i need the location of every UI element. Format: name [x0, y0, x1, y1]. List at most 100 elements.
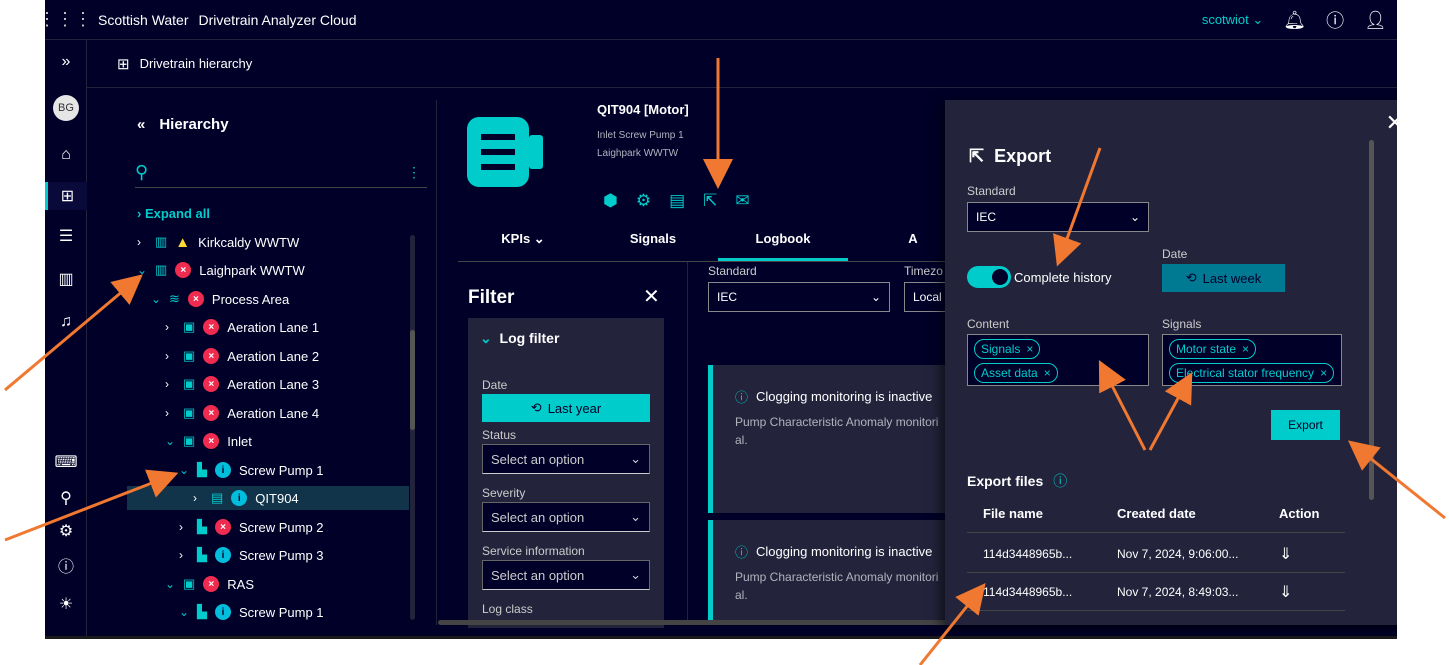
export-icon[interactable]: ⇱	[703, 191, 717, 211]
log-filter-toggle[interactable]: ⌄ Log filter	[480, 330, 559, 347]
info-icon: ⓘ	[735, 390, 749, 405]
info-icon[interactable]: ⓘ	[1053, 471, 1067, 491]
error-icon: ×	[203, 319, 220, 335]
dialog-scrollbar[interactable]	[1369, 140, 1374, 500]
log-card[interactable]: ⓘ Clogging monitoring is inactive Pump Ch…	[708, 520, 958, 620]
tree-node[interactable]: ⌄ ▣ × Inlet	[165, 429, 252, 453]
tree-node-selected[interactable]: › ▤ i QIT904	[127, 486, 409, 510]
tree-node[interactable]: › ▣ × Aeration Lane 3	[165, 372, 319, 396]
pump-icon: ▙	[197, 547, 207, 562]
tree-node[interactable]: › ▣ × Aeration Lane 2	[165, 344, 319, 368]
list-icon[interactable]: ☰	[45, 222, 87, 250]
tree-node[interactable]: › ▥ ▲ Kirkcaldy WWTW	[137, 230, 299, 254]
export-files-title: Export files	[967, 473, 1044, 489]
tree-node[interactable]: › ▣ × Aeration Lane 4	[165, 401, 319, 425]
tab-logbook[interactable]: Logbook	[718, 228, 848, 261]
content-multiselect[interactable]: Signals × Asset data ×	[967, 334, 1149, 386]
language-icon[interactable]: ⌨	[45, 448, 87, 476]
node-label: QIT904	[255, 490, 299, 506]
card-title: Clogging monitoring is inactive	[756, 389, 933, 404]
tree-scrollbar[interactable]	[410, 235, 415, 620]
mail-icon[interactable]: ✉	[735, 191, 749, 211]
search-input[interactable]: ⚲ ⋮	[135, 158, 427, 188]
settings-icon[interactable]: ⚙	[45, 517, 87, 545]
tree-node[interactable]: ⌄ ▣ × RAS	[165, 572, 254, 596]
tree-node[interactable]: ⌄ ≋ × Process Area	[151, 287, 289, 311]
collapse-panel-icon[interactable]: «	[137, 116, 145, 133]
area-icon: ▣	[183, 376, 196, 391]
status-label: Status	[482, 428, 517, 442]
signals-multiselect[interactable]: Motor state × Electrical stator frequency…	[1162, 334, 1342, 386]
tree-node[interactable]: ⌄ ▙ i Screw Pump 1	[179, 600, 324, 624]
tree-node[interactable]: ⌄ ▙ i Screw Pump 1	[179, 458, 324, 482]
tree-node[interactable]: › ▙ × Screw Pump 2	[179, 515, 324, 539]
hierarchy-icon[interactable]: ⊞	[45, 182, 87, 210]
user-icon[interactable]: 👤︎	[1364, 10, 1387, 31]
notification-icon[interactable]: ♫	[45, 308, 87, 336]
avatar[interactable]: BG	[53, 95, 79, 121]
timezone-label: Timezo	[904, 264, 943, 278]
content-chip[interactable]: Signals ×	[974, 339, 1041, 359]
kpi-icon[interactable]: ⬢	[603, 191, 618, 211]
tree-node[interactable]: ⌄ ▥ × Laighpark WWTW	[137, 258, 305, 282]
export-standard-select[interactable]: IEC ⌄	[967, 202, 1149, 232]
service-select[interactable]: Select an option ⌄	[482, 560, 650, 590]
remove-icon[interactable]: ×	[1026, 342, 1033, 356]
export-button[interactable]: Export	[1271, 410, 1340, 440]
content-chip[interactable]: Asset data ×	[974, 363, 1058, 383]
area-icon: ▣	[183, 433, 196, 448]
tab-signals[interactable]: Signals	[588, 228, 718, 261]
tree-node[interactable]: › ▙ i Screw Pump 3	[179, 543, 324, 567]
standard-value: IEC	[976, 210, 997, 224]
close-icon[interactable]: ✕	[643, 284, 660, 309]
tree-node[interactable]: › ▣ × Aeration Lane 1	[165, 315, 319, 339]
column-action: Action	[1279, 506, 1320, 521]
expand-all-button[interactable]: › Expand all	[137, 206, 210, 221]
error-icon: ×	[203, 348, 220, 364]
remove-icon[interactable]: ×	[1242, 342, 1249, 356]
motor-icon	[467, 117, 543, 187]
signal-chip[interactable]: Electrical stator frequency ×	[1169, 363, 1335, 383]
tab-kpis[interactable]: KPIs ⌄	[458, 228, 588, 261]
last-year-button[interactable]: ⟲ Last year	[482, 394, 650, 422]
book-icon[interactable]: ▥	[45, 265, 87, 293]
pump-icon: ▙	[197, 604, 207, 619]
info-icon[interactable]: ⓘ	[1326, 7, 1344, 33]
node-label: Aeration Lane 4	[227, 405, 320, 421]
analysis-icon[interactable]: ⚲	[45, 484, 87, 512]
bell-icon[interactable]: 🔔︎	[1283, 10, 1306, 31]
complete-history-toggle[interactable]	[967, 266, 1011, 288]
about-icon[interactable]: ⓘ	[45, 551, 87, 579]
signals-label: Signals	[1162, 317, 1202, 331]
home-icon[interactable]: ⌂	[45, 141, 87, 169]
expand-rail-icon[interactable]: »	[45, 48, 87, 76]
user-menu[interactable]: scotwiot ⌄	[1202, 12, 1263, 28]
node-label: Inlet	[227, 433, 252, 449]
standard-select[interactable]: IEC ⌄	[708, 282, 890, 312]
close-icon[interactable]: ✕	[1386, 110, 1397, 136]
remove-icon[interactable]: ×	[1044, 366, 1051, 380]
status-select[interactable]: Select an option ⌄	[482, 444, 650, 474]
app-switcher-icon[interactable]: ⋮⋮⋮	[45, 9, 92, 30]
severity-select[interactable]: Select an option ⌄	[482, 502, 650, 532]
layers-icon: ≋	[169, 291, 180, 306]
last-week-button[interactable]: ⟲ Last week	[1162, 264, 1285, 292]
more-icon[interactable]: ⋮	[407, 164, 421, 181]
signal-chip[interactable]: Motor state ×	[1169, 339, 1257, 359]
download-icon[interactable]: ⇓	[1279, 582, 1292, 602]
date-label: Date	[1162, 247, 1188, 261]
area-icon: ▣	[183, 348, 196, 363]
horizontal-scrollbar[interactable]	[438, 620, 958, 625]
wrench-icon[interactable]: ⚙	[636, 191, 651, 211]
column-created-date: Created date	[1117, 506, 1196, 521]
log-card[interactable]: ⓘ Clogging monitoring is inactive Pump Ch…	[708, 365, 958, 513]
node-label: Process Area	[211, 291, 290, 307]
last-week-label: Last week	[1202, 270, 1262, 286]
download-icon[interactable]: ⇓	[1279, 544, 1292, 564]
remove-icon[interactable]: ×	[1320, 366, 1327, 380]
pump-icon: ▙	[197, 462, 207, 477]
document-icon[interactable]: ▤	[669, 191, 685, 211]
chip-label: Electrical stator frequency	[1176, 366, 1315, 380]
theme-icon[interactable]: ☀	[45, 590, 87, 618]
filter-title: Filter	[468, 287, 515, 308]
